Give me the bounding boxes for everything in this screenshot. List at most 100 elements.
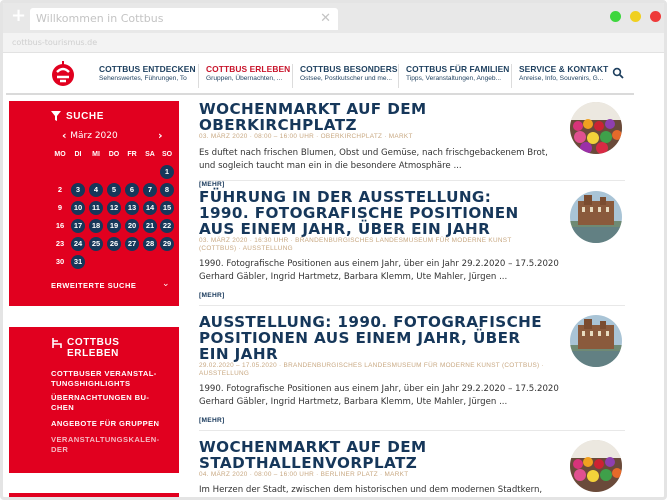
next-sidebar-box: [9, 493, 179, 497]
calendar-day[interactable]: 4: [89, 183, 103, 197]
maximize-window-button[interactable]: [610, 11, 621, 22]
cottbus-logo-icon[interactable]: [50, 60, 76, 88]
calendar-day[interactable]: 26: [107, 237, 121, 251]
weekday-label: FR: [127, 151, 137, 158]
nav-service-kontakt[interactable]: SERVICE & KONTAKT Anreise, Info, Souveni…: [511, 64, 609, 88]
calendar-day[interactable]: 31: [71, 255, 85, 269]
calendar-month: März 2020: [70, 131, 118, 141]
weekday-label: DI: [74, 151, 82, 158]
erleben-heading: COTTBUS ERLEBEN: [67, 337, 120, 359]
market-flowers-image[interactable]: [570, 102, 622, 154]
calendar-day[interactable]: 10: [71, 201, 85, 215]
calendar-day[interactable]: 29: [160, 237, 174, 251]
search-icon[interactable]: [612, 67, 624, 79]
calendar-day[interactable]: 9: [53, 201, 67, 215]
weekday-label: DO: [108, 151, 120, 158]
new-tab-icon[interactable]: +: [11, 7, 27, 25]
sidebar-link-veranstaltungshighlights[interactable]: COTTBUSER VERANSTAL- TUNGSHIGHLIGHTS: [51, 369, 171, 389]
nav-cottbus-entdecken[interactable]: COTTBUS ENTDECKEN Sehenswertes, Führunge…: [99, 64, 196, 88]
nav-subtitle: Gruppen, Übernachten, ...: [206, 75, 283, 82]
erleben-heading-line2: ERLEBEN: [67, 348, 119, 359]
calendar-day[interactable]: 15: [160, 201, 174, 215]
nav-cottbus-besonders[interactable]: COTTBUS BESONDERS Ostsee, Postkutscher u…: [292, 64, 397, 88]
museum-building-image[interactable]: [570, 191, 622, 243]
calendar-day[interactable]: 17: [71, 219, 85, 233]
next-month-button[interactable]: ›: [158, 129, 163, 142]
more-link[interactable]: [MEHR]: [199, 292, 625, 299]
calendar-day[interactable]: 28: [143, 237, 157, 251]
link-line: ÜBERNACHTUNGEN BU-: [51, 393, 150, 402]
market-flowers-image[interactable]: [570, 440, 622, 492]
event-article: WOCHENMARKT AUF DEM STADTHALLENVORPLATZ …: [199, 439, 625, 497]
calendar-day[interactable]: 21: [143, 219, 157, 233]
more-link[interactable]: [MEHR]: [199, 181, 625, 188]
museum-building-image[interactable]: [570, 315, 622, 367]
calendar-day[interactable]: 1: [160, 165, 174, 179]
calendar-day[interactable]: 30: [53, 255, 67, 269]
search-calendar-box: SUCHE ‹ März 2020 › ERWEITERTE SUCHE ⌄ M…: [9, 101, 179, 306]
close-tab-icon[interactable]: ✕: [320, 11, 331, 26]
sidebar-link-veranstaltungskalender[interactable]: VERANSTALTUNGSKALEN- DER: [51, 435, 171, 455]
calendar-day[interactable]: 24: [71, 237, 85, 251]
calendar-day[interactable]: 8: [160, 183, 174, 197]
nav-title: COTTBUS FÜR FAMILIEN: [406, 64, 510, 74]
search-heading: SUCHE: [66, 111, 105, 122]
nav-cottbus-fuer-familien[interactable]: COTTBUS FÜR FAMILIEN Tipps, Veranstaltun…: [398, 64, 510, 88]
calendar-day[interactable]: 5: [107, 183, 121, 197]
nav-title: COTTBUS ENTDECKEN: [99, 64, 196, 74]
event-article: AUSSTELLUNG: 1990. FOTOGRAFISCHE POSITIO…: [199, 314, 625, 424]
nav-title: SERVICE & KONTAKT: [519, 64, 609, 74]
event-article: FÜHRUNG IN DER AUSSTELLUNG: 1990. FOTOGR…: [199, 189, 625, 299]
more-link[interactable]: [MEHR]: [199, 417, 625, 424]
calendar-day[interactable]: 20: [125, 219, 139, 233]
browser-window: + Willkommen in Cottbus ✕ cottbus-touris…: [0, 0, 667, 500]
bench-icon: [52, 338, 62, 348]
calendar-day[interactable]: 22: [160, 219, 174, 233]
calendar-day[interactable]: 13: [125, 201, 139, 215]
calendar-day[interactable]: 19: [107, 219, 121, 233]
article-text: Es duftet nach frischen Blumen, Obst und…: [199, 148, 548, 171]
article-title[interactable]: FÜHRUNG IN DER AUSSTELLUNG: 1990. FOTOGR…: [199, 189, 545, 237]
article-title[interactable]: WOCHENMARKT AUF DEM OBERKIRCHPLATZ: [199, 101, 545, 133]
nav-cottbus-erleben[interactable]: COTTBUS ERLEBEN Gruppen, Übernachten, ..…: [198, 64, 291, 88]
nav-subtitle: Tipps, Veranstaltungen, Angeb...: [406, 75, 502, 82]
calendar-day[interactable]: 2: [53, 183, 67, 197]
close-window-button[interactable]: [650, 11, 661, 22]
article-title[interactable]: WOCHENMARKT AUF DEM STADTHALLENVORPLATZ: [199, 439, 545, 471]
advanced-search-link[interactable]: ERWEITERTE SUCHE: [51, 281, 136, 290]
calendar-day[interactable]: 25: [89, 237, 103, 251]
calendar-day[interactable]: 12: [107, 201, 121, 215]
calendar-day[interactable]: 6: [125, 183, 139, 197]
article-meta: 04. MÄRZ 2020 · 08:00 – 16:00 UHR · BERL…: [199, 471, 409, 478]
calendar-day[interactable]: 3: [71, 183, 85, 197]
erleben-heading-line1: COTTBUS: [67, 337, 120, 348]
calendar-day[interactable]: 18: [89, 219, 103, 233]
tab-title: Willkommen in Cottbus: [36, 12, 164, 25]
nav-title: COTTBUS ERLEBEN: [206, 64, 291, 74]
article-meta: 03. MÄRZ 2020 · 16:30 UHR · BRANDENBURGI…: [199, 237, 512, 252]
link-line: COTTBUSER VERANSTAL-: [51, 369, 157, 378]
minimize-window-button[interactable]: [630, 11, 641, 22]
article-divider: [199, 305, 625, 306]
address-bar[interactable]: cottbus-tourismus.de: [3, 33, 664, 53]
site-header: COTTBUS ENTDECKEN Sehenswertes, Führunge…: [6, 55, 634, 95]
calendar-day[interactable]: 14: [143, 201, 157, 215]
sidebar-link-uebernachtungen[interactable]: ÜBERNACHTUNGEN BU- CHEN: [51, 393, 171, 413]
article-text: 1990. Fotografische Positionen aus einem…: [199, 259, 559, 282]
calendar-day[interactable]: 11: [89, 201, 103, 215]
article-divider: [199, 180, 625, 181]
calendar-day[interactable]: 16: [53, 219, 67, 233]
link-line: TUNGSHIGHLIGHTS: [51, 379, 131, 388]
sidebar-link-gruppenangebote[interactable]: ANGEBOTE FÜR GRUPPEN: [51, 419, 171, 429]
chevron-down-icon[interactable]: ⌄: [162, 279, 170, 289]
calendar-day[interactable]: 23: [53, 237, 67, 251]
article-meta: 29.02.2020 – 17.05.2020 · BRANDENBURGISC…: [199, 362, 544, 377]
article-title[interactable]: AUSSTELLUNG: 1990. FOTOGRAFISCHE POSITIO…: [199, 314, 545, 362]
browser-tab[interactable]: Willkommen in Cottbus ✕: [30, 8, 338, 30]
article-divider: [199, 430, 625, 431]
weekday-label: MO: [54, 151, 66, 158]
link-line: CHEN: [51, 403, 75, 412]
calendar-day[interactable]: 7: [143, 183, 157, 197]
weekday-label: SO: [161, 151, 173, 158]
calendar-day[interactable]: 27: [125, 237, 139, 251]
